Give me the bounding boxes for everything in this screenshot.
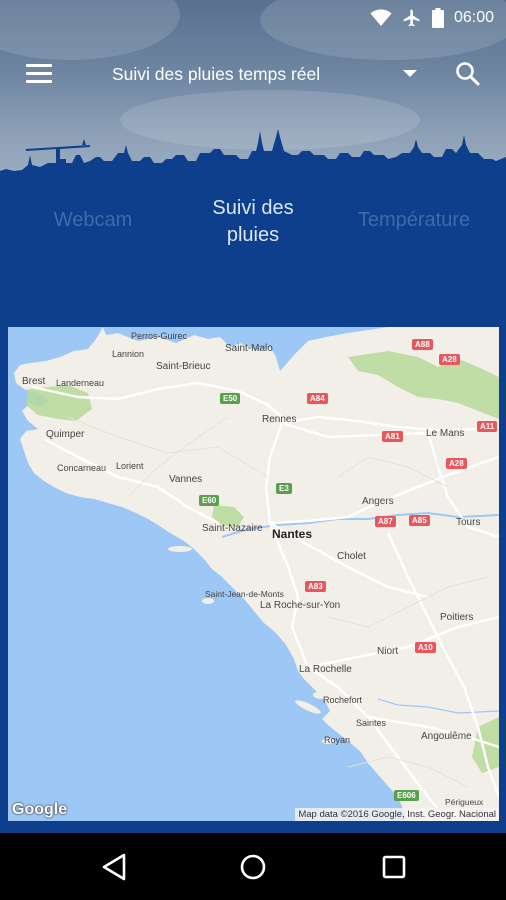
road-shield: A84: [307, 393, 328, 404]
tab-suivi-des-pluies[interactable]: Suivi des pluies: [186, 195, 320, 249]
menu-icon[interactable]: [22, 58, 58, 90]
google-logo[interactable]: Google: [12, 801, 67, 819]
map-attribution: Map data ©2016 Google, Inst. Geogr. Naci…: [295, 808, 499, 821]
city-skyline: [0, 129, 506, 185]
back-icon[interactable]: [94, 847, 134, 887]
title-dropdown[interactable]: Suivi des pluies temps réel: [112, 62, 424, 90]
road-shield: E606: [394, 790, 419, 801]
road-shield: E60: [199, 495, 220, 506]
status-bar: 06:00: [0, 0, 506, 36]
road-shield: A87: [375, 516, 396, 527]
road-shields: A88 A28 E50 A84 A11 A81 A28 E3 E60 A87 A…: [8, 327, 499, 821]
recents-icon[interactable]: [374, 847, 414, 887]
home-icon[interactable]: [233, 847, 273, 887]
tab-bar: Webcam Suivi des pluies Température: [0, 185, 506, 325]
road-shield: A10: [415, 642, 436, 653]
road-shield: A83: [305, 581, 326, 592]
tab-webcam[interactable]: Webcam: [30, 207, 156, 234]
road-shield: A11: [477, 421, 498, 432]
road-shield: A81: [382, 431, 403, 442]
airplane-mode-icon: [402, 8, 422, 28]
app-toolbar: Suivi des pluies temps réel: [0, 48, 506, 100]
battery-icon: [431, 8, 444, 28]
dropdown-arrow-icon: [403, 70, 417, 77]
search-icon[interactable]: [452, 58, 484, 90]
tab-temperature[interactable]: Température: [340, 207, 488, 234]
road-shield: A28: [439, 354, 460, 365]
road-shield: A85: [409, 515, 430, 526]
road-shield: A88: [412, 339, 433, 350]
rain-map[interactable]: Perros-Guirec Lannion Saint-Malo Saint-B…: [8, 327, 499, 821]
road-shield: E3: [276, 483, 292, 494]
wifi-icon: [370, 9, 392, 27]
road-shield: A28: [446, 458, 467, 469]
toolbar-title: Suivi des pluies temps réel: [112, 64, 321, 84]
road-shield: E50: [220, 393, 241, 404]
system-nav-bar: [0, 833, 506, 900]
status-time: 06:00: [453, 9, 494, 26]
